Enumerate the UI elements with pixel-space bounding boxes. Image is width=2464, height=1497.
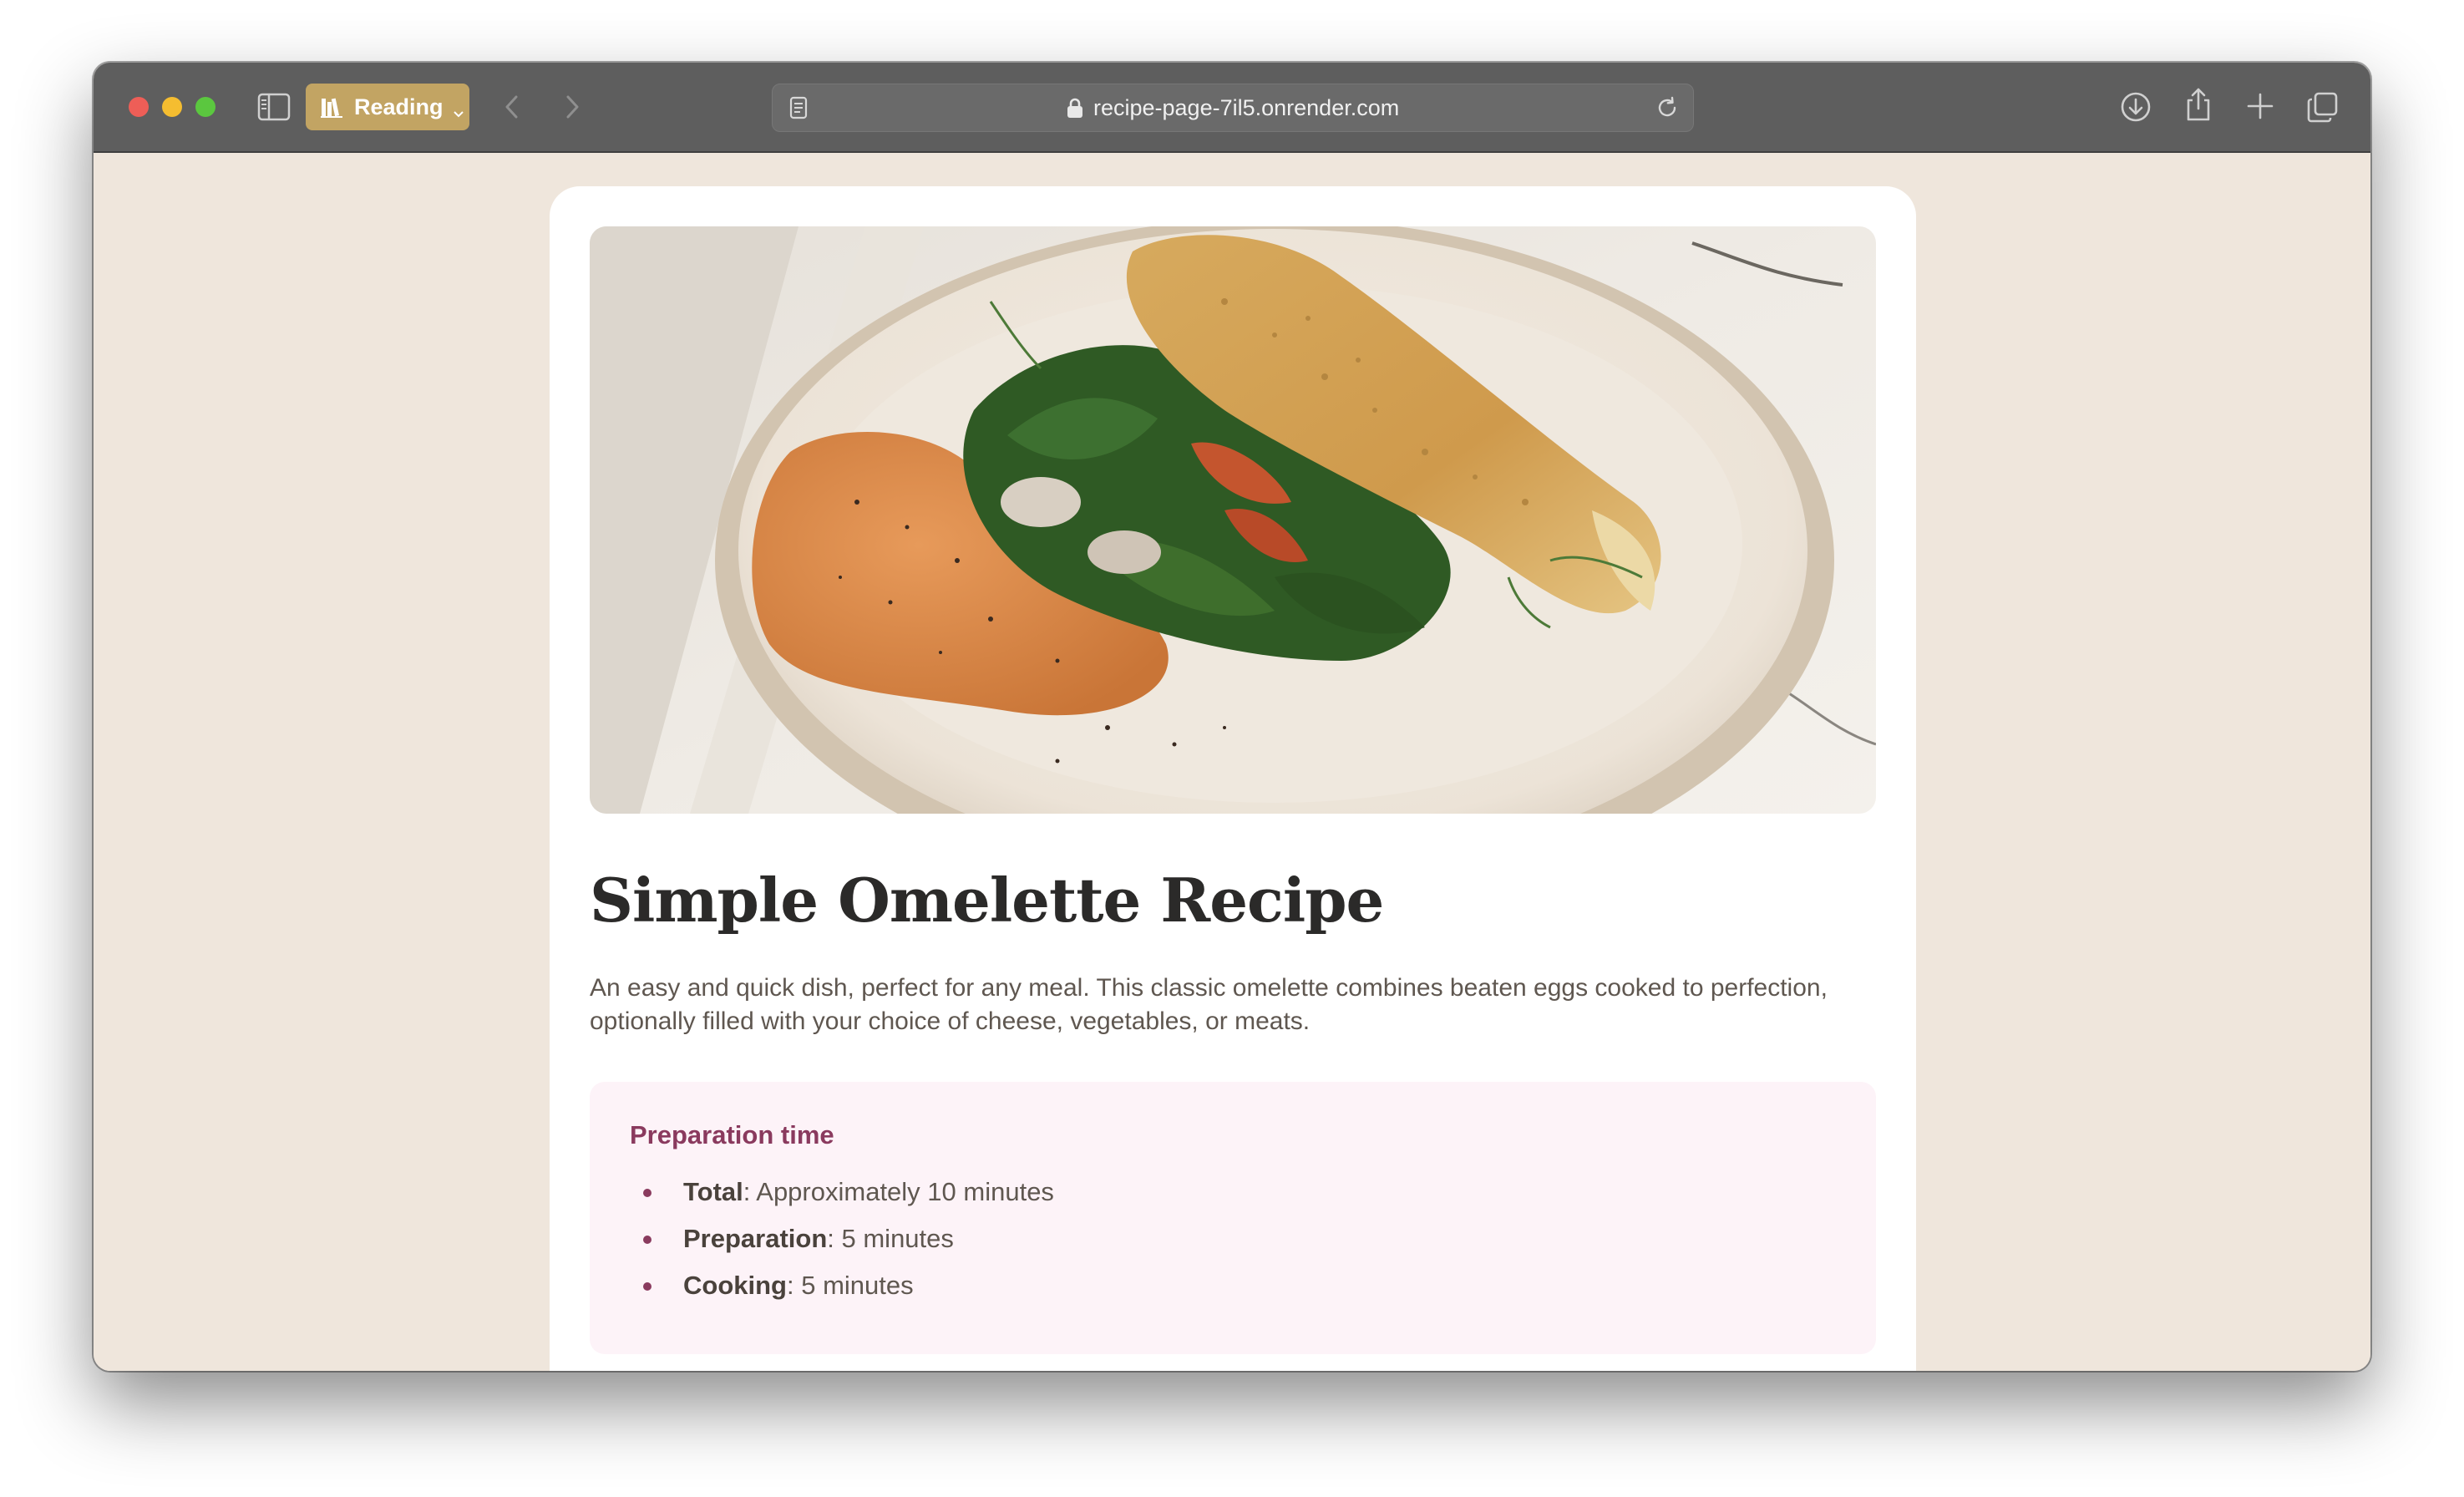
close-window-button[interactable] (129, 97, 149, 117)
prep-item-value: : 5 minutes (787, 1271, 914, 1300)
chevron-down-icon (452, 100, 465, 118)
minimize-window-button[interactable] (162, 97, 182, 117)
back-icon[interactable] (498, 91, 528, 123)
url-text: recipe-page-7il5.onrender.com (1093, 95, 1400, 120)
preparation-time-list: Total: Approximately 10 minutes Preparat… (630, 1169, 1054, 1309)
prep-item-label: Preparation (683, 1224, 828, 1253)
zoom-window-button[interactable] (195, 97, 215, 117)
plus-icon[interactable] (2243, 89, 2277, 123)
list-item: Cooking: 5 minutes (630, 1262, 1054, 1309)
share-icon[interactable] (2182, 86, 2215, 123)
forward-icon[interactable] (556, 91, 586, 123)
page-icon[interactable] (786, 95, 811, 120)
browser-toolbar: Reading recipe-page-7il5.onrender.com (94, 63, 2370, 153)
list-item: Total: Approximately 10 minutes (630, 1169, 1054, 1215)
reload-icon[interactable] (1655, 95, 1680, 120)
preparation-time-box: Preparation time Total: Approximately 10… (590, 1082, 1876, 1354)
recipe-description: An easy and quick dish, perfect for any … (590, 974, 1828, 1035)
preparation-time-heading: Preparation time (630, 1120, 834, 1149)
recipe-card: Simple Omelette Recipe An easy and quick… (550, 186, 1916, 1371)
page-viewport[interactable]: Simple Omelette Recipe An easy and quick… (94, 153, 2370, 1371)
address-bar[interactable]: recipe-page-7il5.onrender.com (772, 84, 1694, 132)
bullet-icon (643, 1189, 651, 1197)
books-icon (319, 94, 344, 119)
reading-button-label: Reading (354, 94, 444, 119)
download-icon[interactable] (2118, 89, 2153, 124)
prep-item-value: : 5 minutes (827, 1224, 954, 1253)
recipe-title: Simple Omelette Recipe (590, 865, 1384, 936)
recipe-image (590, 226, 1876, 814)
reading-list-button[interactable]: Reading (306, 84, 469, 130)
bullet-icon (643, 1236, 651, 1244)
bullet-icon (643, 1282, 651, 1291)
tabs-icon[interactable] (2305, 89, 2340, 124)
browser-window: Reading recipe-page-7il5.onrender.com Si… (94, 63, 2370, 1371)
sidebar-icon[interactable] (257, 93, 291, 121)
lock-icon (1065, 97, 1085, 119)
prep-item-label: Total (683, 1177, 743, 1206)
prep-item-label: Cooking (683, 1271, 787, 1300)
prep-item-value: : Approximately 10 minutes (743, 1177, 1054, 1206)
list-item: Preparation: 5 minutes (630, 1215, 1054, 1262)
